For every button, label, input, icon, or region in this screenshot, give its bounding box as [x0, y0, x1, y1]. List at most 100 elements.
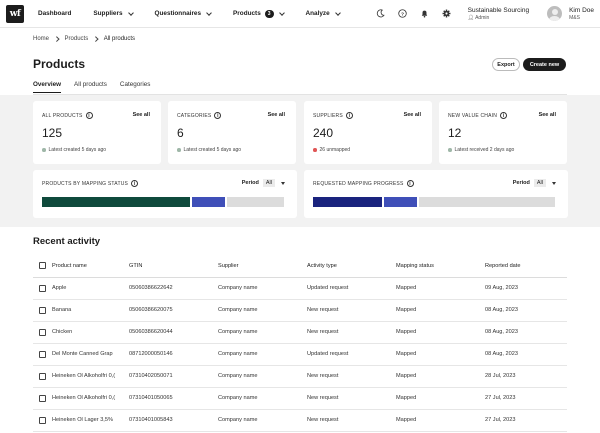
- breadcrumb-products[interactable]: Products: [65, 36, 89, 42]
- stat-card: ALL PRODUCTS i See all 125 Latest created 5 …: [33, 101, 161, 164]
- row-checkbox[interactable]: [39, 394, 46, 402]
- mapping-status-cell: Mapped: [396, 277, 485, 300]
- supplier-cell: Company name: [218, 387, 307, 410]
- row-select-cell: [33, 343, 52, 366]
- table-row[interactable]: Heineken Öl Lager 3,5% 07310401005843 Comp…: [33, 409, 567, 432]
- progress-segment: [419, 197, 555, 207]
- see-all-link[interactable]: See all: [133, 112, 150, 118]
- row-checkbox[interactable]: [39, 328, 46, 336]
- gear-icon[interactable]: [440, 7, 454, 21]
- row-select-cell: [33, 277, 52, 300]
- table-row[interactable]: Heineken Öl Alkoholfri 0,(07310402050071…: [33, 365, 567, 388]
- period-select[interactable]: All: [533, 179, 546, 187]
- see-all-link[interactable]: See all: [404, 112, 421, 118]
- column-header-activity-type[interactable]: Activity type: [307, 255, 396, 278]
- nav-item-dashboard[interactable]: Dashboard: [38, 10, 71, 17]
- recent-activity-table: Product name GTIN Supplier Activity type…: [33, 255, 567, 432]
- activity-type-cell: New request: [307, 365, 396, 388]
- reported-date-cell-text: 08 Aug, 2023: [485, 351, 518, 357]
- moon-icon[interactable]: [374, 7, 388, 21]
- stat-note: 26 unmapped: [313, 147, 350, 153]
- export-button[interactable]: Export: [492, 58, 520, 71]
- row-checkbox[interactable]: [39, 416, 46, 424]
- column-header-gtin[interactable]: GTIN: [129, 255, 218, 278]
- column-header-product-name[interactable]: Product name: [52, 255, 129, 278]
- organization-switcher[interactable]: Sustainable Sourcing 👤︎ Admin: [468, 7, 529, 21]
- nav-item-suppliers[interactable]: Suppliers: [93, 9, 134, 17]
- activity-type-cell-text: New request: [307, 373, 339, 379]
- bell-icon[interactable]: [418, 7, 432, 21]
- column-header-mapping-status[interactable]: Mapping status: [396, 255, 485, 278]
- nav-item-analyze[interactable]: Analyze: [306, 9, 341, 17]
- table-row[interactable]: Del Monte Canned Grap 08712000050146 Compa…: [33, 343, 567, 366]
- see-all-link[interactable]: See all: [539, 112, 556, 118]
- supplier-cell-text: Company name: [218, 351, 258, 357]
- row-checkbox[interactable]: [39, 372, 46, 380]
- period-filter[interactable]: Period All: [242, 179, 285, 187]
- reported-date-cell-text: 27 Jul, 2023: [485, 395, 516, 401]
- info-icon[interactable]: i: [500, 112, 508, 119]
- stat-value: 6: [177, 126, 184, 140]
- gtin-cell: 07310402050071: [129, 365, 218, 388]
- tab-categories[interactable]: Categories: [120, 81, 150, 93]
- mapping-status-cell-text: Mapped: [396, 417, 417, 423]
- create-new-button[interactable]: Create new: [523, 58, 566, 71]
- mapping-status-cell-text: Mapped: [396, 329, 417, 335]
- nav-item-label: Dashboard: [38, 10, 72, 17]
- stat-label-text: SUPPLIERS: [313, 112, 343, 119]
- mapping-progress-bar: [313, 197, 555, 207]
- user-org: M&S: [569, 14, 580, 21]
- stat-card: CATEGORIES i See all 6 Latest created 5 days…: [168, 101, 296, 164]
- breadcrumb-home[interactable]: Home: [33, 36, 49, 42]
- table-row[interactable]: Apple 05060386622642 Company name Updated r…: [33, 277, 567, 300]
- table-row[interactable]: Chicken 05060386620044 Company name New req…: [33, 321, 567, 344]
- user-menu[interactable]: Kim Doe M&S: [547, 6, 594, 21]
- product-name-cell: Heineken Öl Alkoholfri 0,(: [52, 365, 129, 388]
- tab-overview[interactable]: Overview: [33, 81, 62, 93]
- status-dot-icon: [448, 148, 452, 152]
- info-icon[interactable]: i: [345, 112, 353, 119]
- nav-item-products[interactable]: Products 3: [233, 9, 285, 18]
- nav-item-label: Suppliers: [93, 10, 123, 17]
- product-name-cell-text: Heineken Öl Alkoholfri 0,(: [52, 395, 116, 401]
- tab-bar: Overview All products Categories: [33, 81, 163, 93]
- caret-down-icon: [281, 181, 285, 185]
- info-icon[interactable]: i: [214, 112, 222, 119]
- table-row[interactable]: Banana 05060386620075 Company name New requ…: [33, 299, 567, 322]
- nav-item-questionnaires[interactable]: Questionnaires: [155, 9, 212, 17]
- mapping-card: PRODUCTS BY MAPPING STATUS i Period All: [33, 170, 297, 218]
- help-icon[interactable]: ?: [396, 7, 410, 21]
- stat-label-text: NEW VALUE CHAIN: [448, 112, 498, 119]
- stat-note-text: Latest created 5 days ago: [183, 147, 242, 153]
- reported-date-cell: 08 Aug, 2023: [485, 299, 567, 322]
- product-name-cell-text: Apple: [52, 285, 67, 291]
- gtin-cell: 07310401005843: [129, 409, 218, 432]
- stat-label: CATEGORIES i: [177, 112, 222, 119]
- table-row[interactable]: Heineken Öl Alkoholfri 0,(07310401050065…: [33, 387, 567, 410]
- row-checkbox[interactable]: [39, 284, 46, 292]
- product-name-cell: Del Monte Canned Grap: [52, 343, 129, 366]
- mapping-status-cell: Mapped: [396, 343, 485, 366]
- reported-date-cell-text: 09 Aug, 2023: [485, 285, 518, 291]
- select-all-checkbox[interactable]: [39, 262, 46, 270]
- activity-type-cell-text: New request: [307, 329, 339, 335]
- column-header-supplier[interactable]: Supplier: [218, 255, 307, 278]
- row-checkbox[interactable]: [39, 350, 46, 358]
- column-header-reported-date[interactable]: Reported date: [485, 255, 567, 278]
- period-filter[interactable]: Period All: [513, 179, 556, 187]
- info-icon[interactable]: i: [85, 112, 93, 119]
- activity-type-cell-text: Updated request: [307, 285, 349, 291]
- reported-date-cell: 27 Jul, 2023: [485, 387, 567, 410]
- tab-all-products[interactable]: All products: [74, 81, 107, 93]
- see-all-link[interactable]: See all: [268, 112, 285, 118]
- gtin-cell: 08712000050146: [129, 343, 218, 366]
- product-name-cell: Heineken Öl Lager 3,5%: [52, 409, 129, 432]
- supplier-cell: Company name: [218, 321, 307, 344]
- info-icon[interactable]: i: [131, 180, 139, 187]
- row-checkbox[interactable]: [39, 306, 46, 314]
- period-select[interactable]: All: [262, 179, 275, 187]
- caret-down-icon: [552, 181, 556, 185]
- app-logo[interactable]: wf: [6, 4, 24, 23]
- info-icon[interactable]: i: [406, 180, 414, 187]
- chevron-right-icon: [54, 36, 60, 42]
